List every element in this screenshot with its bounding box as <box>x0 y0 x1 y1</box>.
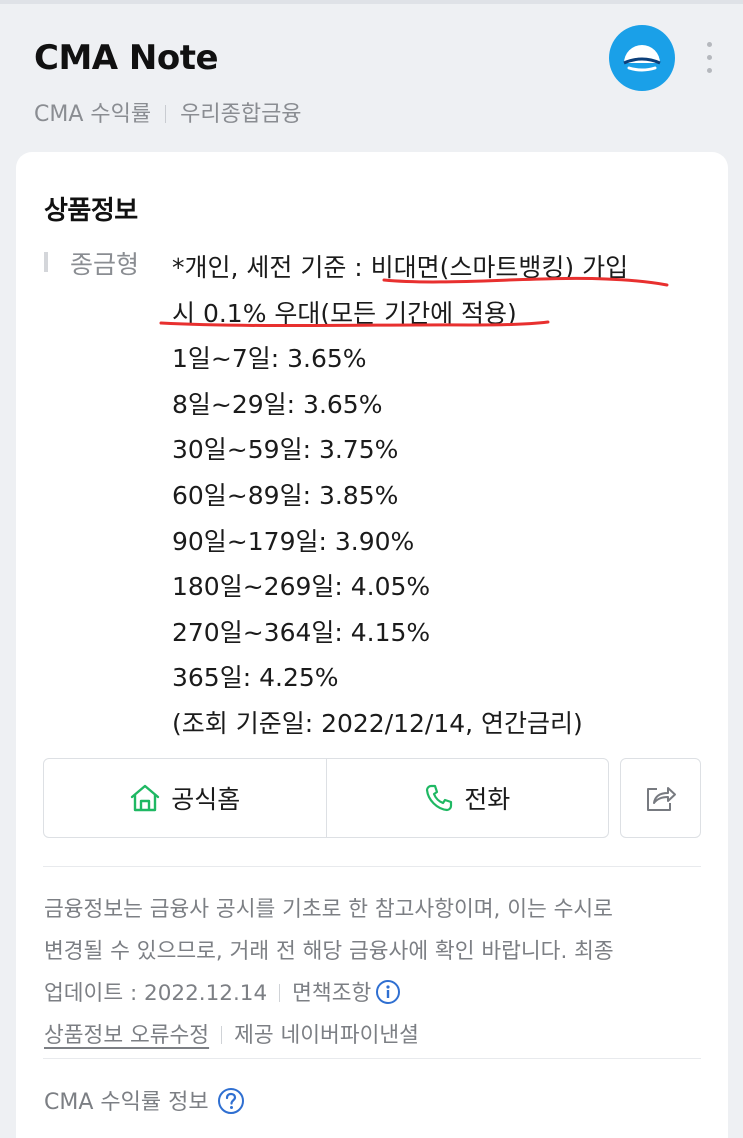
phone-label: 전화 <box>464 785 511 814</box>
help-icon[interactable] <box>217 1087 245 1115</box>
subtitle: CMA 수익률 우리종합금융 <box>34 96 302 128</box>
kebab-menu-icon[interactable] <box>702 42 716 76</box>
divider <box>43 1058 701 1059</box>
rate-line: 시 0.1% 우대(모든 기간에 적용) <box>172 298 517 328</box>
update-date: 업데이트 : 2022.12.14 <box>44 981 268 1006</box>
header: CMA Note CMA 수익률 우리종합금융 <box>0 4 743 146</box>
error-report-link[interactable]: 상품정보 오류수정 <box>44 1023 209 1048</box>
official-home-label: 공식홈 <box>171 785 241 814</box>
notice-text: 금융정보는 금융사 공시를 기초로 한 참고사항이며, 이는 수시로 <box>44 897 613 922</box>
divider <box>43 866 701 867</box>
share-icon <box>646 787 676 811</box>
action-buttons: 공식홈 전화 <box>43 758 609 838</box>
rate-line: 30일~59일: 3.75% <box>172 435 399 465</box>
phone-button[interactable]: 전화 <box>325 759 609 837</box>
section-title: 상품정보 <box>44 196 138 226</box>
provider-text: 제공 네이버파이낸셜 <box>234 1023 419 1048</box>
rate-line: *개인, 세전 기준 : 비대면(스마트뱅킹) 가입 <box>172 253 629 282</box>
subtitle-divider <box>165 105 167 123</box>
rate-line: 1일~7일: 3.65% <box>172 344 367 374</box>
notice-links: 상품정보 오류수정 제공 네이버파이낸셜 <box>44 1015 704 1057</box>
label-marker <box>44 252 48 272</box>
disclaimer-link[interactable]: 면책조항 <box>292 981 371 1006</box>
info-icon[interactable] <box>375 979 401 1005</box>
product-card: 상품정보 종금형 *개인, 세전 기준 : 비대면(스마트뱅킹) 가입 시 0.… <box>16 152 728 1138</box>
footer-title: CMA 수익률 정보 <box>44 1090 209 1115</box>
rate-line: 180일~269일: 4.05% <box>172 572 431 602</box>
product-type-label: 종금형 <box>70 250 140 279</box>
rate-line: 60일~89일: 3.85% <box>172 480 399 510</box>
notice-meta: 업데이트 : 2022.12.14 면책조항 <box>44 973 704 1015</box>
subtitle-category: CMA 수익률 <box>34 102 152 127</box>
rate-line: 365일: 4.25% <box>172 663 339 693</box>
page-title: CMA Note <box>34 38 219 78</box>
rate-description: *개인, 세전 기준 : 비대면(스마트뱅킹) 가입 시 0.1% 우대(모든 … <box>172 245 708 747</box>
share-button[interactable] <box>620 758 701 838</box>
subtitle-company: 우리종합금융 <box>180 102 302 127</box>
bank-logo-icon <box>609 25 675 91</box>
meta-divider <box>221 1026 223 1044</box>
rate-line: 270일~364일: 4.15% <box>172 617 431 647</box>
disclaimer-notice: 금융정보는 금융사 공시를 기초로 한 참고사항이며, 이는 수시로 변경될 수… <box>44 889 704 1057</box>
rate-line: 90일~179일: 3.90% <box>172 526 415 556</box>
phone-icon <box>426 784 453 812</box>
home-icon <box>131 784 160 812</box>
official-home-button[interactable]: 공식홈 <box>44 759 326 837</box>
footer-section: CMA 수익률 정보 <box>44 1084 245 1116</box>
notice-text: 변경될 수 있으므로, 거래 전 해당 금융사에 확인 바랍니다. 최종 <box>44 939 614 964</box>
rate-line: (조회 기준일: 2022/12/14, 연간금리) <box>172 708 583 738</box>
rate-line: 8일~29일: 3.65% <box>172 389 383 419</box>
meta-divider <box>279 984 281 1002</box>
